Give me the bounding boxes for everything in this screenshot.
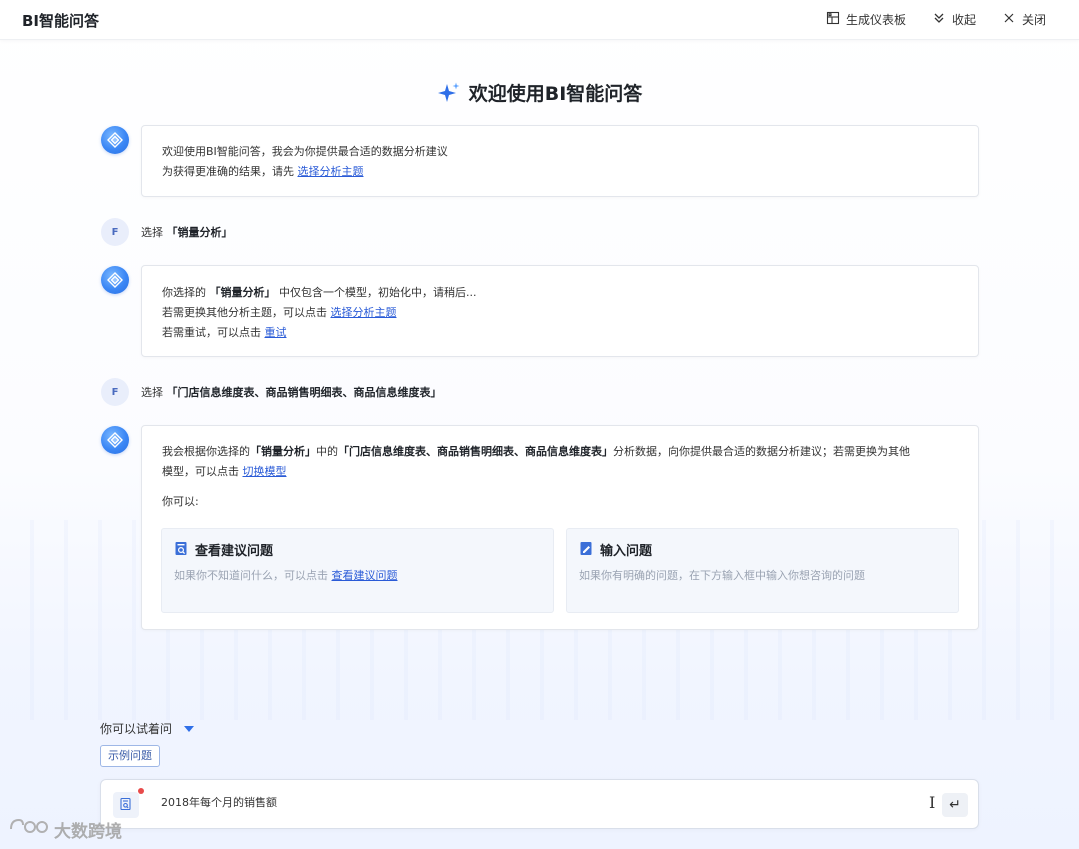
app-window: BI智能问答 生成仪表板 收起 关闭 欢迎使用BI智能问答 欢迎使用BI智能问答… [0, 0, 1079, 849]
card-title-text: 输入问题 [600, 543, 653, 559]
close-button[interactable]: 关闭 [1002, 11, 1046, 28]
topic-name: 「销量分析」 [250, 445, 316, 458]
collapse-button[interactable]: 收起 [932, 11, 976, 28]
question-input-bar: I ↵ [100, 779, 979, 829]
select-topic-link[interactable]: 选择分析主题 [298, 165, 364, 178]
notification-dot [138, 788, 144, 794]
watermark: 大数跨境 [8, 815, 122, 844]
user-message-value: 「门店信息维度表、商品销售明细表、商品信息维度表」 [166, 386, 442, 399]
view-suggested-questions-link[interactable]: 查看建议问题 [332, 569, 398, 582]
message-text: 欢迎使用BI智能问答，我会为你提供最合适的数据分析建议 [162, 145, 448, 158]
text-segment: 如果你不知道问什么，可以点击 [174, 569, 332, 582]
text-segment: 你选择的 [162, 286, 210, 299]
text-segment: 我会根据你选择的 [162, 445, 250, 458]
message-text: 你选择的 「销量分析」 中仅包含一个模型，初始化中，请稍后... [162, 283, 958, 303]
text-segment: 若需更换其他分析主题，可以点击 [162, 306, 331, 319]
user-message: 选择 「门店信息维度表、商品销售明细表、商品信息维度表」 [141, 384, 442, 400]
document-search-icon [174, 541, 189, 562]
text-segment: 分析数据，向你提供最合适的数据分析建议；若需更换为其他 [613, 445, 910, 458]
message-text: 若需更换其他分析主题，可以点击 选择分析主题 [162, 303, 958, 323]
text-segment: 中的 [316, 445, 338, 458]
switch-model-link[interactable]: 切换模型 [243, 465, 287, 478]
try-asking-toggle[interactable]: 你可以试着问 [100, 720, 195, 737]
header-bar: BI智能问答 生成仪表板 收起 关闭 [0, 0, 1079, 40]
message-text-prefix: 为获得更准确的结果，请先 [162, 165, 298, 178]
card-title-text: 查看建议问题 [195, 543, 274, 559]
select-topic-link[interactable]: 选择分析主题 [331, 306, 397, 319]
user-message: 选择 「销量分析」 [141, 224, 233, 240]
message-text: 我会根据你选择的「销量分析」中的「门店信息维度表、商品销售明细表、商品信息维度表… [162, 442, 958, 462]
app-title: BI智能问答 [22, 12, 100, 30]
caret-down-icon [184, 725, 195, 732]
edit-document-icon [579, 541, 594, 562]
collapse-label: 收起 [952, 13, 977, 27]
topic-name: 「销量分析」 [209, 286, 276, 299]
welcome-title: 欢迎使用BI智能问答 [468, 83, 643, 105]
question-input[interactable] [161, 795, 861, 808]
user-avatar: F [101, 378, 129, 406]
bot-avatar [101, 266, 129, 294]
text-cursor-icon: I [929, 793, 936, 812]
watermark-text: 大数跨境 [54, 822, 122, 842]
message-text: 为获得更准确的结果，请先 选择分析主题 [162, 162, 958, 182]
card-description: 如果你有明确的问题，在下方输入框中输入你想咨询的问题 [579, 569, 865, 582]
welcome-heading: 欢迎使用BI智能问答 [0, 79, 1079, 106]
enter-icon: ↵ [949, 797, 961, 813]
bot-message-topic: 你选择的 「销量分析」 中仅包含一个模型，初始化中，请稍后... 若需更换其他分… [141, 265, 979, 357]
bot-avatar [101, 426, 129, 454]
input-question-card[interactable]: 输入问题 如果你有明确的问题，在下方输入框中输入你想咨询的问题 [566, 528, 959, 613]
generate-dashboard-label: 生成仪表板 [846, 13, 907, 27]
try-asking-label: 你可以试着问 [100, 722, 173, 736]
card-title: 查看建议问题 [174, 541, 541, 562]
user-avatar: F [101, 218, 129, 246]
card-title: 输入问题 [579, 541, 946, 562]
watermark-logo-icon [8, 815, 50, 844]
user-message-prefix: 选择 [141, 226, 167, 239]
retry-link[interactable]: 重试 [265, 326, 287, 339]
you-can-label: 你可以: [162, 495, 199, 508]
dashboard-icon [826, 11, 840, 28]
text-segment: 若需重试，可以点击 [162, 326, 265, 339]
message-text: 模型，可以点击 切换模型 [162, 462, 958, 482]
generate-dashboard-button[interactable]: 生成仪表板 [826, 11, 906, 28]
text-segment: 中仅包含一个模型，初始化中，请稍后... [275, 286, 477, 299]
model-tables: 「门店信息维度表、商品销售明细表、商品信息维度表」 [338, 445, 613, 458]
close-label: 关闭 [1022, 13, 1047, 27]
bot-message-welcome: 欢迎使用BI智能问答，我会为你提供最合适的数据分析建议 为获得更准确的结果，请先… [141, 125, 979, 197]
double-chevron-down-icon [932, 11, 946, 28]
text-segment: 模型，可以点击 [162, 465, 243, 478]
example-question-tag[interactable]: 示例问题 [100, 745, 160, 767]
send-button[interactable]: ↵ [942, 793, 968, 817]
bot-avatar [101, 126, 129, 154]
card-description: 如果你不知道问什么，可以点击 查看建议问题 [174, 567, 541, 585]
user-message-value: 「销量分析」 [166, 226, 233, 239]
message-text: 若需重试，可以点击 重试 [162, 323, 958, 343]
view-suggested-questions-card[interactable]: 查看建议问题 如果你不知道问什么，可以点击 查看建议问题 [161, 528, 554, 613]
close-icon [1002, 11, 1016, 28]
bot-message-model: 我会根据你选择的「销量分析」中的「门店信息维度表、商品销售明细表、商品信息维度表… [141, 425, 979, 630]
user-message-prefix: 选择 [141, 386, 167, 399]
sparkle-icon [437, 81, 461, 105]
document-search-icon [119, 796, 133, 815]
